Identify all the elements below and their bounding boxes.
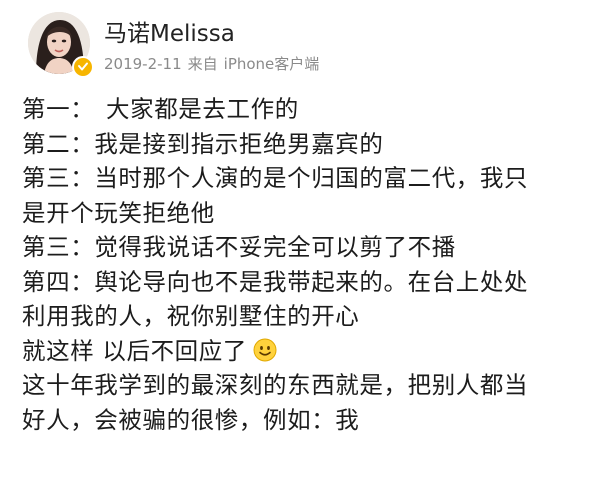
content-line: 就这样 以后不回应了 [22, 334, 582, 369]
content-line: 第三：觉得我说话不妥完全可以剪了不播 [22, 230, 582, 265]
item-label: 第四： [22, 267, 95, 296]
content-line: 利用我的人，祝你别墅住的开心 [22, 299, 582, 334]
item-text: 就这样 以后不回应了 [22, 336, 247, 365]
item-label: 第三： [22, 233, 95, 261]
item-text: 觉得我说话不妥完全可以剪了不播 [94, 233, 456, 261]
content-line: 第一： 大家都是去工作的 [22, 92, 582, 127]
weibo-post: 马诺Melissa 2019-2-11 来自 iPhone客户端 第一： 大家都是去工… [0, 0, 600, 480]
smile-icon [253, 338, 277, 362]
source-prefix: 来自 [187, 55, 218, 73]
content-line: 这十年我学到的最深刻的东西就是，把别人都当 [22, 368, 582, 403]
author-name[interactable]: 马诺Melissa [104, 20, 235, 48]
content-line: 第二：我是接到指示拒绝男嘉宾的 [22, 127, 582, 162]
content-line: 好人，会被骗的很惨，例如：我 [22, 403, 582, 438]
item-label: 第二： [22, 129, 95, 158]
item-label: 第三： [22, 164, 95, 192]
post-content: 第一： 大家都是去工作的 第二：我是接到指示拒绝男嘉宾的 第三：当时那个人演的是个… [22, 92, 582, 437]
post-date: 2019-2-11 [104, 55, 182, 73]
content-line: 第四：舆论导向也不是我带起来的。在台上处处 [22, 265, 582, 300]
verified-badge-icon [72, 56, 94, 78]
item-text: 大家都是去工作的 [106, 95, 299, 123]
item-text: 是开个玩笑拒绝他 [22, 198, 215, 227]
item-text: 当时那个人演的是个归国的富二代，我只 [94, 164, 529, 192]
avatar-wrap[interactable] [28, 12, 96, 80]
item-text: 好人，会被骗的很惨，例如：我 [22, 405, 360, 434]
post-header: 马诺Melissa 2019-2-11 来自 iPhone客户端 [20, 10, 580, 80]
post-source[interactable]: iPhone客户端 [224, 55, 320, 73]
item-text: 我是接到指示拒绝男嘉宾的 [94, 129, 384, 158]
item-text: 这十年我学到的最深刻的东西就是，把别人都当 [22, 371, 529, 399]
content-line: 是开个玩笑拒绝他 [22, 196, 582, 231]
item-text: 舆论导向也不是我带起来的。在台上处处 [94, 267, 529, 296]
content-line: 第三：当时那个人演的是个归国的富二代，我只 [22, 161, 582, 196]
item-label: 第一： [22, 95, 95, 123]
item-text: 利用我的人，祝你别墅住的开心 [22, 302, 360, 330]
post-meta: 2019-2-11 来自 iPhone客户端 [104, 54, 325, 74]
